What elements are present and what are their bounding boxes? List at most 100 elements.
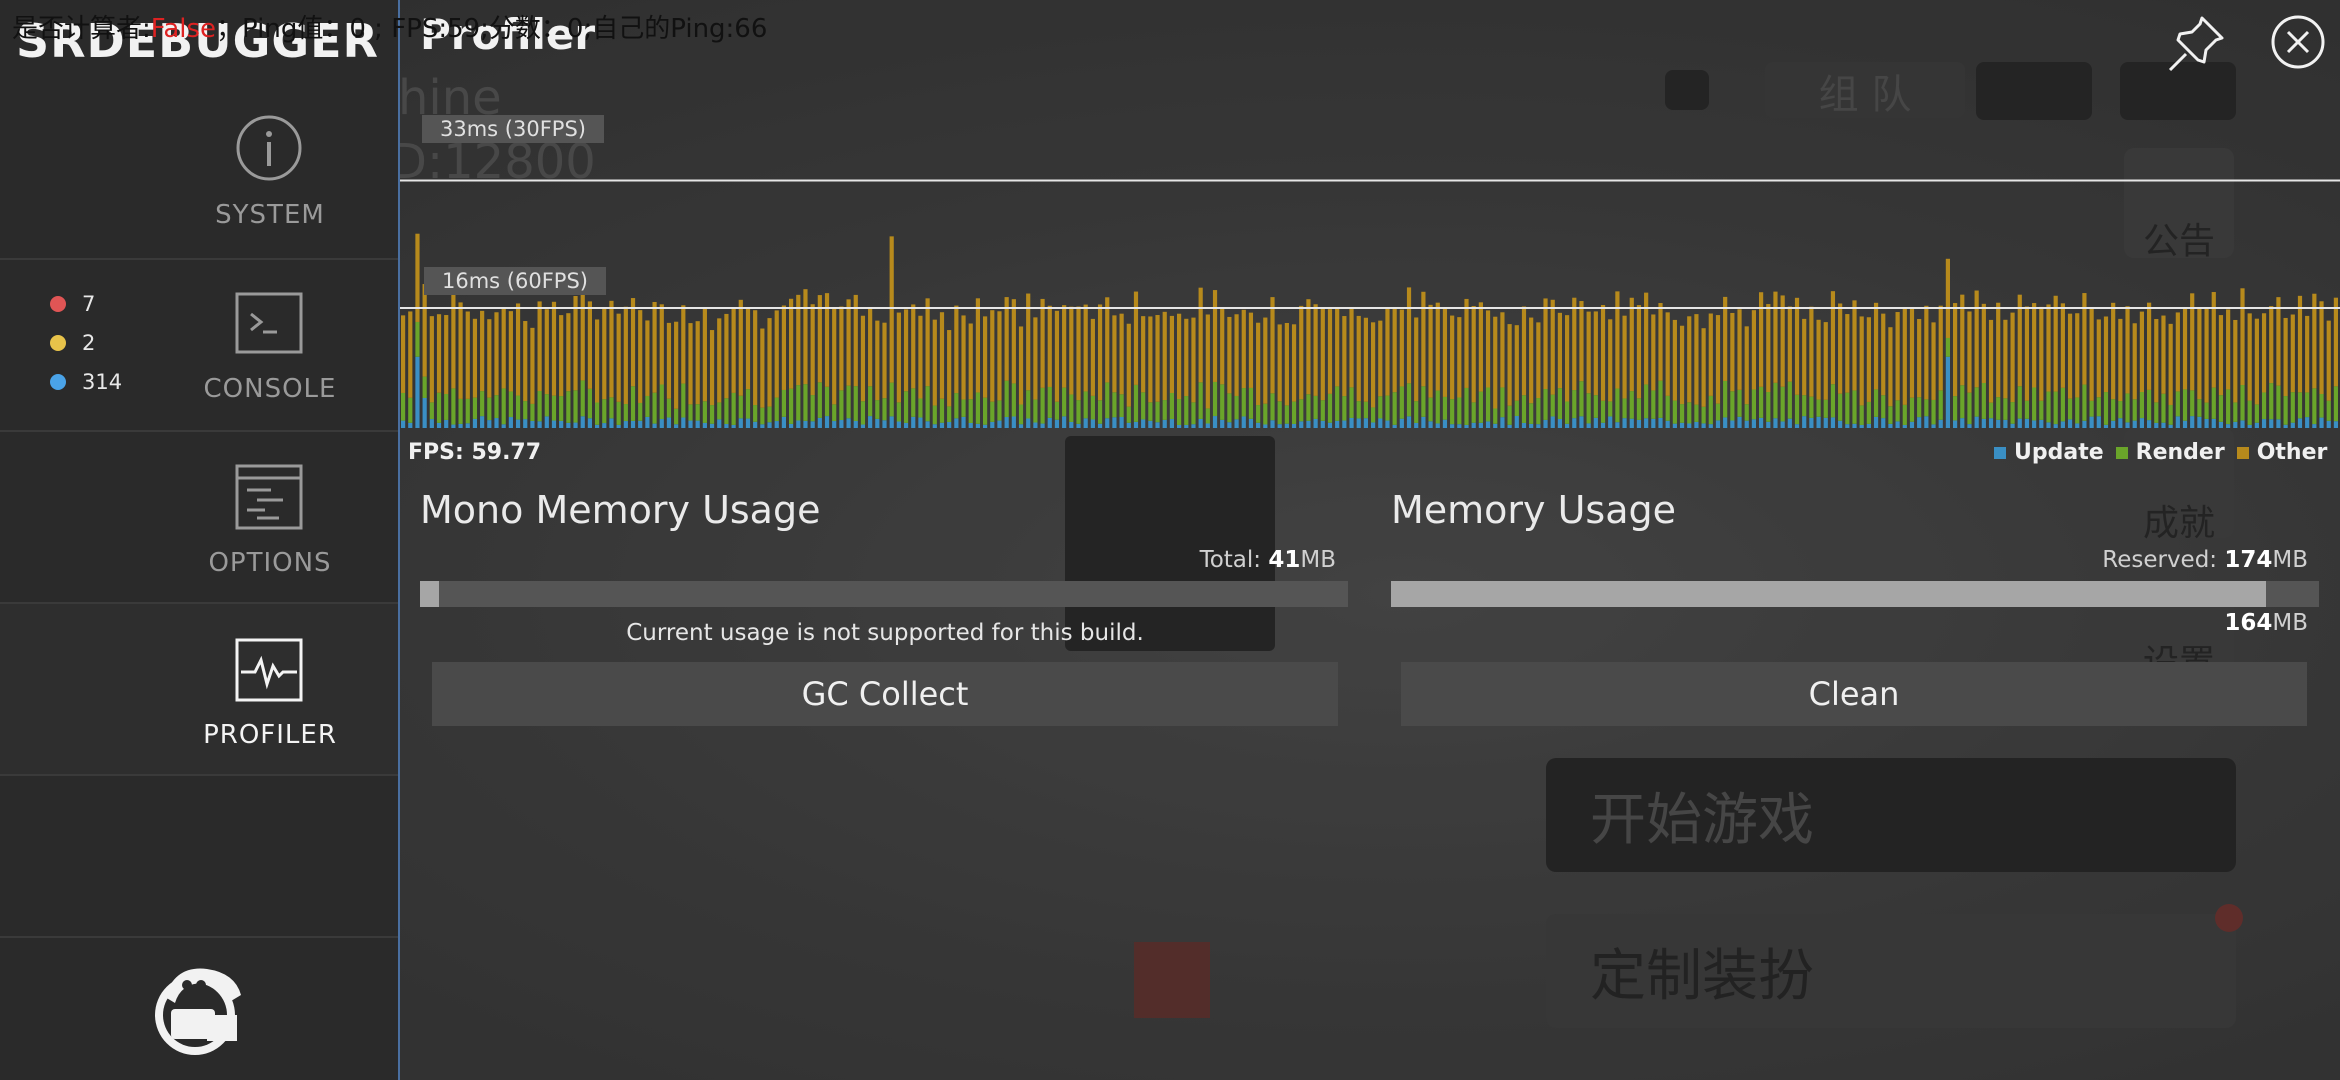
chart-bar-render	[1773, 382, 1778, 419]
chart-bar-other	[1040, 298, 1045, 388]
chart-bar-other	[480, 310, 485, 392]
chart-bar-update	[760, 424, 765, 428]
chart-bar-update	[1586, 423, 1591, 428]
chart-bar-render	[1938, 390, 1943, 420]
chart-bar-render	[1751, 389, 1756, 420]
chart-bar-other	[1816, 319, 1821, 400]
chart-bar-render	[1881, 395, 1886, 419]
chart-bar-other	[810, 304, 815, 396]
chart-bar-render	[2290, 392, 2295, 423]
chart-bar-update	[1622, 418, 1627, 428]
chart-bar-render	[1974, 387, 1979, 417]
chart-bar-render	[602, 399, 607, 424]
chart-bar-render	[1385, 395, 1390, 421]
chart-bar-render	[803, 384, 808, 421]
sidebar-item-profiler[interactable]: PROFILER	[0, 604, 398, 776]
chart-bar-update	[1651, 418, 1656, 428]
chart-bar-render	[2326, 400, 2331, 421]
chart-bar-update	[1859, 424, 1864, 428]
gc-collect-button[interactable]: GC Collect	[432, 662, 1338, 726]
chart-bar-update	[1845, 424, 1850, 428]
chart-bar-update	[1320, 420, 1325, 428]
sidebar-item-console[interactable]: 7 2 314 CONSOLE	[0, 260, 398, 432]
pin-icon[interactable]	[2166, 14, 2226, 74]
chart-bar-update	[1478, 422, 1483, 428]
memory-usage-title: Memory Usage	[1391, 488, 1677, 532]
chart-bar-update	[602, 423, 607, 428]
chart-bar-other	[1385, 308, 1390, 396]
chart-bar-render	[1988, 402, 1994, 419]
chart-bar-update	[832, 421, 837, 428]
chart-bar-other	[1701, 328, 1706, 407]
chart-bar-other	[1909, 307, 1915, 398]
chart-bar-other	[1083, 304, 1088, 392]
close-icon[interactable]	[2270, 14, 2326, 70]
mono-unsupported-note: Current usage is not supported for this …	[626, 620, 1144, 646]
clean-button[interactable]: Clean	[1401, 662, 2307, 726]
chart-bar-render	[2182, 389, 2188, 421]
chart-bar-other	[595, 319, 600, 403]
chart-bar-update	[824, 416, 830, 428]
chart-bar-other	[688, 323, 693, 405]
chart-bar-render	[2204, 402, 2209, 419]
chart-bar-other	[401, 315, 406, 393]
chart-bar-update	[1593, 417, 1598, 428]
chart-bar-other	[1866, 317, 1871, 402]
chart-bar-other	[2075, 313, 2080, 398]
chart-bar-update	[2147, 420, 2152, 428]
chart-bar-update	[1148, 420, 1153, 428]
chart-bar-update	[1133, 421, 1139, 428]
chart-bar-update	[846, 418, 851, 428]
chart-bar-other	[724, 313, 729, 399]
chart-bar-update	[1062, 416, 1067, 428]
chart-bar-other	[1744, 326, 1749, 405]
sidebar-item-options[interactable]: OPTIONS	[0, 432, 398, 604]
chart-bar-update	[1421, 416, 1426, 428]
chart-bar-other	[932, 319, 937, 406]
chart-bar-other	[1378, 320, 1383, 397]
ref-line-16ms-label: 16ms (60FPS)	[424, 267, 606, 295]
chart-bar-render	[2154, 402, 2159, 423]
chart-bar-other	[1162, 311, 1167, 401]
chart-bar-render	[1227, 393, 1232, 423]
chart-bar-update	[997, 420, 1002, 428]
chart-bar-other	[1349, 307, 1354, 388]
chart-bar-update	[1672, 423, 1677, 428]
chart-bar-render	[1715, 403, 1721, 421]
chart-bar-update	[2182, 420, 2188, 428]
chart-bar-update	[1040, 423, 1045, 428]
chart-bar-render	[544, 394, 549, 417]
sidebar-item-system[interactable]: SYSTEM	[0, 88, 398, 260]
chart-bar-update	[1873, 416, 1879, 428]
chart-bar-other	[1097, 304, 1103, 401]
chart-bar-render	[1026, 390, 1031, 419]
chart-bar-other	[975, 298, 980, 393]
chart-bar-other	[1205, 314, 1210, 409]
chart-bar-update	[1967, 424, 1972, 428]
chart-bar-update	[1629, 418, 1634, 428]
chart-bar-update	[595, 424, 600, 428]
chart-bar-render	[774, 397, 779, 422]
chart-bar-update	[1557, 419, 1562, 428]
chart-bar-update	[638, 420, 643, 428]
warning-dot-icon	[50, 335, 66, 351]
chart-bar-other	[695, 321, 700, 405]
chart-bar-update	[1938, 419, 1943, 428]
chart-bar-render	[1306, 394, 1311, 421]
chart-bar-other	[1198, 287, 1203, 383]
chart-bar-update	[1809, 417, 1814, 428]
ref-line-33ms-label: 33ms (30FPS)	[422, 115, 604, 143]
sidebar-item-label: SYSTEM	[215, 200, 325, 230]
chart-bar-other	[515, 303, 521, 396]
chart-bar-other	[1327, 309, 1333, 394]
chart-bar-other	[2089, 307, 2094, 401]
chart-bar-render	[1679, 404, 1685, 423]
chart-bar-update	[1335, 420, 1340, 428]
chart-bar-render	[2197, 399, 2202, 417]
chart-bar-other	[1485, 310, 1491, 388]
chart-bar-update	[1399, 418, 1404, 428]
chart-bar-other	[638, 310, 643, 403]
chart-bar-other	[889, 236, 894, 383]
chart-bar-update	[1414, 422, 1419, 428]
chart-bar-render	[1737, 389, 1742, 417]
